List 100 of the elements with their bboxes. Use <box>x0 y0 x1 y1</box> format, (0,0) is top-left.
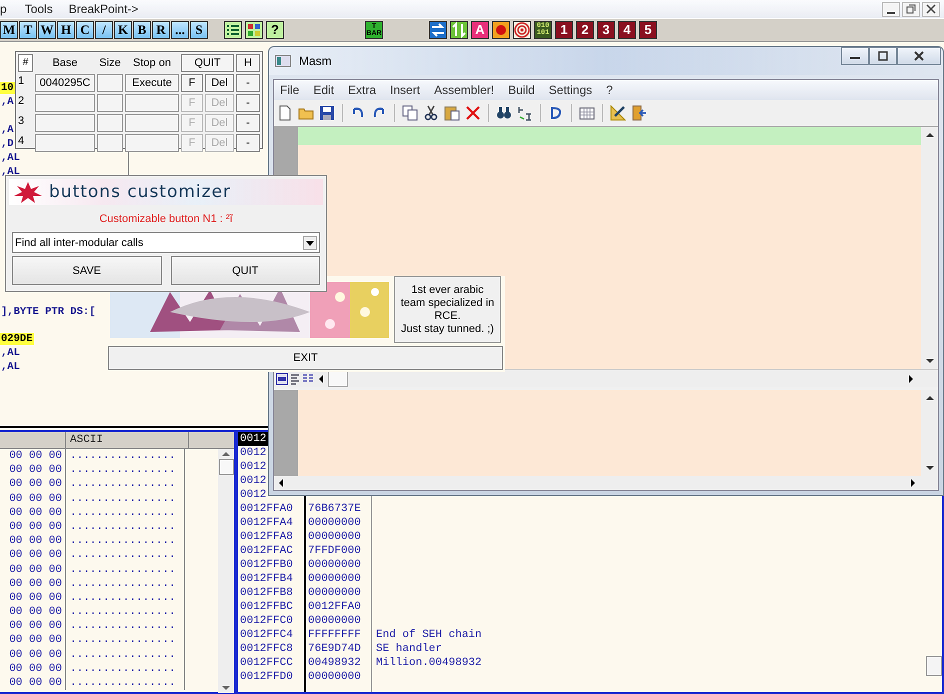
base-field[interactable] <box>35 94 95 112</box>
find-button[interactable]: F <box>181 74 203 92</box>
clipboard-icon[interactable] <box>444 105 460 121</box>
hide-button[interactable]: H <box>236 54 260 72</box>
toolbar-button[interactable]: ... <box>171 21 189 39</box>
scroll-up-icon[interactable] <box>222 451 230 457</box>
scroll-left-icon[interactable] <box>278 479 284 487</box>
stop-on-field[interactable] <box>125 134 179 152</box>
toolbar-button[interactable]: S <box>190 21 208 39</box>
size-field[interactable] <box>97 74 123 92</box>
menu-item[interactable]: Build <box>508 83 535 97</box>
menu-item[interactable]: Assembler! <box>434 83 494 97</box>
menu-item[interactable]: Extra <box>348 83 376 97</box>
ascii-text: ................ <box>66 492 185 506</box>
scroll-up-icon[interactable] <box>926 395 934 401</box>
columns-icon[interactable] <box>302 372 314 384</box>
hex-bytes: 00 00 00 <box>0 619 66 634</box>
size-field[interactable] <box>97 114 123 132</box>
delete-icon[interactable] <box>465 105 481 121</box>
plugin-button[interactable]: 2 <box>576 21 594 39</box>
binoculars-icon[interactable] <box>496 105 512 121</box>
view-icon[interactable] <box>276 372 288 384</box>
stop-on-field[interactable] <box>125 114 179 132</box>
maximize-button[interactable] <box>869 47 897 65</box>
scroll-up-icon[interactable] <box>926 132 934 138</box>
stack-address: 0012FFD0 <box>239 670 294 684</box>
target-icon[interactable] <box>513 21 531 39</box>
toolbar-button[interactable]: H <box>57 21 75 39</box>
save-icon[interactable] <box>319 105 335 121</box>
scroll-right-icon[interactable] <box>910 479 916 487</box>
size-field[interactable] <box>97 94 123 112</box>
close-button[interactable] <box>897 47 941 65</box>
stack-value: 76E9D74D <box>307 642 362 656</box>
hex-bytes: 00 00 00 <box>0 548 66 562</box>
minimize-button[interactable] <box>841 47 869 65</box>
menu-item[interactable]: Edit <box>313 83 334 97</box>
menu-item[interactable]: Insert <box>390 83 420 97</box>
toolbar-button[interactable]: R <box>152 21 170 39</box>
menu-item[interactable]: Settings <box>548 83 592 97</box>
plugin-button[interactable]: A <box>471 21 489 39</box>
scroll-down-icon[interactable] <box>926 358 934 364</box>
replace-icon[interactable] <box>517 105 533 121</box>
menu-item[interactable]: BreakPoint-> <box>68 2 138 16</box>
base-field[interactable] <box>35 134 95 152</box>
help-button[interactable]: ? <box>266 21 284 39</box>
delete-button[interactable]: Del <box>205 74 234 92</box>
align-icon[interactable] <box>289 372 301 384</box>
hide-button[interactable]: - <box>236 74 260 92</box>
exit-button[interactable]: EXIT <box>108 346 503 370</box>
scroll-thumb[interactable] <box>218 459 234 475</box>
ascii-text: ................ <box>66 648 185 662</box>
list-icon[interactable] <box>224 21 242 39</box>
toolbar-button[interactable]: / <box>95 21 113 39</box>
plugin-button[interactable]: 4 <box>618 21 636 39</box>
scroll-right-icon[interactable] <box>908 374 914 382</box>
pencil-ruler-icon[interactable] <box>610 105 626 121</box>
record-icon[interactable] <box>492 21 510 39</box>
grid-icon[interactable] <box>579 105 595 121</box>
size-field[interactable] <box>97 134 123 152</box>
scroll-left-icon[interactable] <box>318 374 324 382</box>
swap-arrows-icon[interactable] <box>429 21 447 39</box>
scroll-thumb[interactable] <box>926 656 942 676</box>
menu-item[interactable]: File <box>280 83 300 97</box>
row-number: 1 <box>18 74 26 89</box>
stack-value: 76B6737E <box>307 502 362 516</box>
new-file-icon[interactable] <box>277 105 293 121</box>
toolbar-button[interactable]: M <box>0 21 18 39</box>
grid-icon[interactable] <box>245 21 263 39</box>
menu-item[interactable]: ? <box>606 83 613 97</box>
toolbar-button[interactable]: W <box>38 21 56 39</box>
menu-item[interactable]: p <box>0 2 7 16</box>
restore-button[interactable] <box>902 2 920 16</box>
dialog-button[interactable]: QUIT <box>170 256 320 285</box>
stop-on-field[interactable]: Execute <box>125 74 179 92</box>
action-dropdown[interactable]: Find all inter-modular calls <box>12 232 320 253</box>
scrollbar[interactable] <box>218 449 234 693</box>
toolbar-button[interactable]: C <box>76 21 94 39</box>
stack-value: 00000000 <box>307 530 362 544</box>
minimize-button[interactable] <box>882 2 900 16</box>
quit-button[interactable]: QUIT <box>181 54 234 72</box>
stop-on-field[interactable] <box>125 94 179 112</box>
toolbar-button[interactable]: B <box>133 21 151 39</box>
base-field[interactable]: 0040295C <box>35 74 95 92</box>
hex-bytes: 00 00 00 <box>0 676 66 690</box>
plugin-button[interactable]: 1 <box>555 21 573 39</box>
toolbar-button[interactable]: T <box>19 21 37 39</box>
scroll-down-icon[interactable] <box>926 465 934 471</box>
plugin-button[interactable]: 3 <box>597 21 615 39</box>
plugin-button[interactable]: 5 <box>639 21 657 39</box>
up-down-arrows-icon[interactable] <box>450 21 468 39</box>
scissors-icon[interactable] <box>423 105 439 121</box>
exit-door-icon[interactable] <box>631 105 647 121</box>
menu-item[interactable]: Tools <box>24 2 53 16</box>
copy-icon[interactable] <box>402 105 418 121</box>
dialog-button[interactable]: SAVE <box>12 256 162 285</box>
toolbar-button[interactable]: K <box>114 21 132 39</box>
scroll-down-icon[interactable] <box>222 685 230 691</box>
base-field[interactable] <box>35 114 95 132</box>
stack-address: 0012FFA8 <box>239 530 294 544</box>
close-button[interactable] <box>922 2 940 16</box>
